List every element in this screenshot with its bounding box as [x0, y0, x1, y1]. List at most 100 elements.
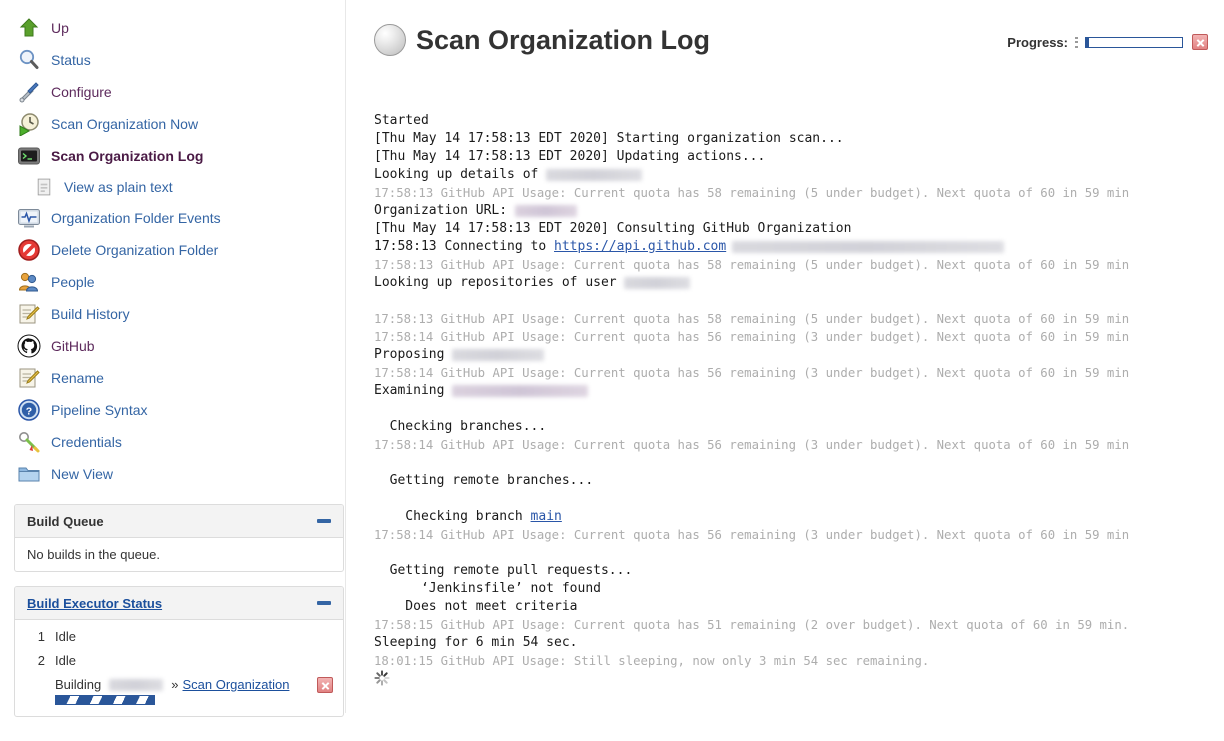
executor-row-building: Building » Scan Organization: [15, 674, 343, 708]
redacted-text: [514, 204, 577, 217]
console-line: 17:58:14 GitHub API Usage: Current quota…: [374, 436, 1208, 454]
executor-row: 1 Idle: [15, 626, 343, 650]
executor-row: 2 Idle: [15, 650, 343, 674]
build-executor-status-title[interactable]: Build Executor Status: [27, 596, 162, 611]
build-queue-title: Build Queue: [27, 513, 104, 529]
console-line: ‘Jenkinsfile’ not found: [374, 580, 1208, 598]
console-link[interactable]: main: [531, 509, 562, 524]
sidebar-item-scan-organization-log[interactable]: Scan Organization Log: [0, 140, 358, 172]
sidebar-item-label: Up: [51, 20, 69, 36]
sidebar-item-credentials[interactable]: Credentials: [0, 426, 358, 458]
sidebar-item-label: Pipeline Syntax: [51, 402, 148, 418]
sidebar-item-new-view[interactable]: New View: [0, 458, 358, 490]
keys-icon: [17, 430, 41, 454]
console-text: [Thu May 14 17:58:13 EDT 2020] Consultin…: [374, 221, 852, 236]
sidebar-item-pipeline-syntax[interactable]: ? Pipeline Syntax: [0, 394, 358, 426]
progress-bar-fill: [1086, 37, 1089, 47]
executor-state: Idle: [55, 629, 76, 644]
magnifier-icon: [17, 48, 41, 72]
console-line: 17:58:14 GitHub API Usage: Current quota…: [374, 364, 1208, 382]
scan-organization-link[interactable]: Scan Organization: [183, 677, 290, 692]
console-text: Organization URL:: [374, 203, 515, 218]
console-line: Getting remote pull requests...: [374, 562, 1208, 580]
build-queue-header: Build Queue: [15, 505, 343, 538]
sidebar-item-label: Delete Organization Folder: [51, 242, 219, 258]
sidebar-item-people[interactable]: People: [0, 266, 358, 298]
notepad-pencil-icon: [17, 366, 41, 390]
sidebar: Up Status Configure Scan Organization Now Sc…: [0, 0, 358, 741]
sidebar-item-label: Credentials: [51, 434, 122, 450]
console-line: Looking up details of: [374, 166, 1208, 184]
console-text: Looking up details of: [374, 167, 547, 182]
console-text: Getting remote branches...: [374, 473, 594, 488]
github-icon: [17, 334, 41, 358]
sidebar-item-label: Organization Folder Events: [51, 210, 221, 226]
build-queue-body: No builds in the queue.: [15, 538, 343, 571]
console-text: 17:58:14 GitHub API Usage: Current quota…: [374, 528, 1130, 542]
console-line: Sleeping for 6 min 54 sec.: [374, 634, 1208, 652]
status-ball-icon: [374, 24, 406, 56]
redacted-job-name: [109, 678, 164, 691]
sidebar-item-view-as-plain-text[interactable]: View as plain text: [0, 172, 358, 202]
sidebar-item-build-history[interactable]: Build History: [0, 298, 358, 330]
sidebar-item-github[interactable]: GitHub: [0, 330, 358, 362]
console-output: Started [Thu May 14 17:58:13 EDT 2020] St…: [374, 112, 1208, 688]
executor-state: Idle: [55, 653, 76, 668]
console-line: Checking branch main: [374, 508, 1208, 526]
executor-rows: 1 Idle 2 Idle Building » Scan Organization: [15, 626, 343, 708]
progress-area: Progress:: [1007, 34, 1208, 50]
collapse-icon[interactable]: [317, 601, 331, 605]
build-executor-status-body: 1 Idle 2 Idle Building » Scan Organization: [15, 620, 343, 716]
sidebar-item-rename[interactable]: Rename: [0, 362, 358, 394]
task-list: Up Status Configure Scan Organization Now Sc…: [0, 12, 358, 490]
console-line: Proposing: [374, 346, 1208, 364]
stop-build-button[interactable]: [317, 677, 333, 693]
breadcrumb-separator: »: [171, 677, 179, 692]
up-arrow-icon: [17, 16, 41, 40]
sidebar-item-label: Scan Organization Log: [51, 148, 204, 164]
console-text: 17:58:13 GitHub API Usage: Current quota…: [374, 312, 1130, 326]
console-line: 17:58:13 Connecting to https://api.githu…: [374, 238, 1208, 256]
console-line: Organization URL:: [374, 202, 1208, 220]
console-text: Checking branches...: [374, 419, 547, 434]
progress-label: Progress:: [1007, 34, 1068, 50]
console-text: Started: [374, 113, 429, 128]
progress-bar: [1085, 36, 1183, 48]
build-progress-bar: [55, 695, 155, 705]
sidebar-item-status[interactable]: Status: [0, 44, 358, 76]
console-line: Started: [374, 112, 1208, 130]
sidebar-item-scan-organization-now[interactable]: Scan Organization Now: [0, 108, 358, 140]
svg-text:?: ?: [26, 406, 32, 418]
console-line: 17:58:13 GitHub API Usage: Current quota…: [374, 256, 1208, 274]
console-line: 18:01:15 GitHub API Usage: Still sleepin…: [374, 652, 1208, 670]
console-text: [Thu May 14 17:58:13 EDT 2020] Updating …: [374, 149, 766, 164]
sidebar-item-up[interactable]: Up: [0, 12, 358, 44]
console-text: Looking up repositories of user: [374, 275, 625, 290]
console-text: 17:58:13 Connecting to: [374, 239, 555, 254]
console-link[interactable]: https://api.github.com: [554, 239, 726, 254]
build-executor-status-widget: Build Executor Status 1 Idle 2 Idle Building…: [14, 586, 344, 717]
notepad-pencil-icon: [17, 302, 41, 326]
sidebar-item-delete-organization-folder[interactable]: Delete Organization Folder: [0, 234, 358, 266]
sidebar-item-label: GitHub: [51, 338, 95, 354]
abort-build-button[interactable]: [1192, 34, 1208, 50]
console-line: Looking up repositories of user: [374, 274, 1208, 292]
redacted-text: [452, 384, 589, 397]
sidebar-item-configure[interactable]: Configure: [0, 76, 358, 108]
wrench-screwdriver-icon: [17, 80, 41, 104]
executor-number: 2: [37, 653, 45, 668]
build-queue-widget: Build Queue No builds in the queue.: [14, 504, 344, 572]
sidebar-item-organization-folder-events[interactable]: Organization Folder Events: [0, 202, 358, 234]
console-line: 17:58:14 GitHub API Usage: Current quota…: [374, 328, 1208, 346]
collapse-icon[interactable]: [317, 519, 331, 523]
console-line: [Thu May 14 17:58:13 EDT 2020] Starting …: [374, 130, 1208, 148]
console-line: [Thu May 14 17:58:13 EDT 2020] Updating …: [374, 148, 1208, 166]
help-question-icon: ?: [17, 398, 41, 422]
sidebar-item-label: Configure: [51, 84, 112, 100]
console-line: 17:58:13 GitHub API Usage: Current quota…: [374, 184, 1208, 202]
loading-spinner-icon: [374, 670, 1208, 688]
